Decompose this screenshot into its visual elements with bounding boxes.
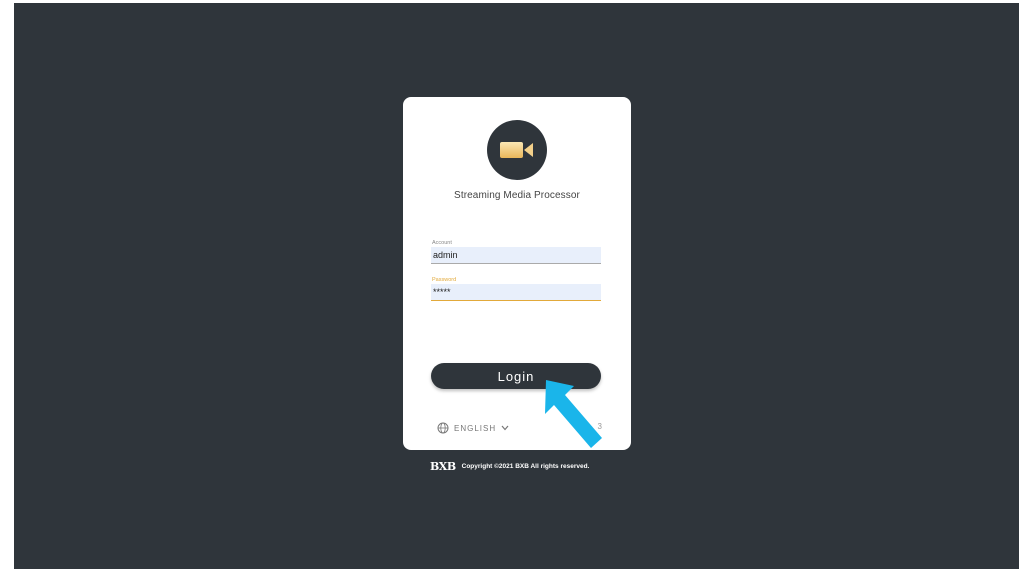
chevron-down-icon — [501, 425, 509, 431]
language-selector[interactable]: ENGLISH — [437, 421, 509, 435]
globe-icon — [437, 422, 449, 434]
password-label: Password — [432, 277, 457, 283]
account-input[interactable] — [431, 247, 601, 264]
pointer-arrow-icon — [545, 380, 602, 448]
language-label: ENGLISH — [454, 423, 497, 433]
logo — [487, 120, 547, 180]
copyright-text: Copyright ©2021 BXB All rights reserved. — [461, 462, 590, 470]
footer: BXB Copyright ©2021 BXB All rights reser… — [430, 459, 589, 473]
video-camera-icon — [500, 142, 533, 158]
account-label: Account — [432, 240, 452, 246]
password-input[interactable] — [431, 284, 601, 301]
app-title: Streaming Media Processor — [454, 190, 580, 201]
brand-logo: BXB — [430, 459, 456, 473]
